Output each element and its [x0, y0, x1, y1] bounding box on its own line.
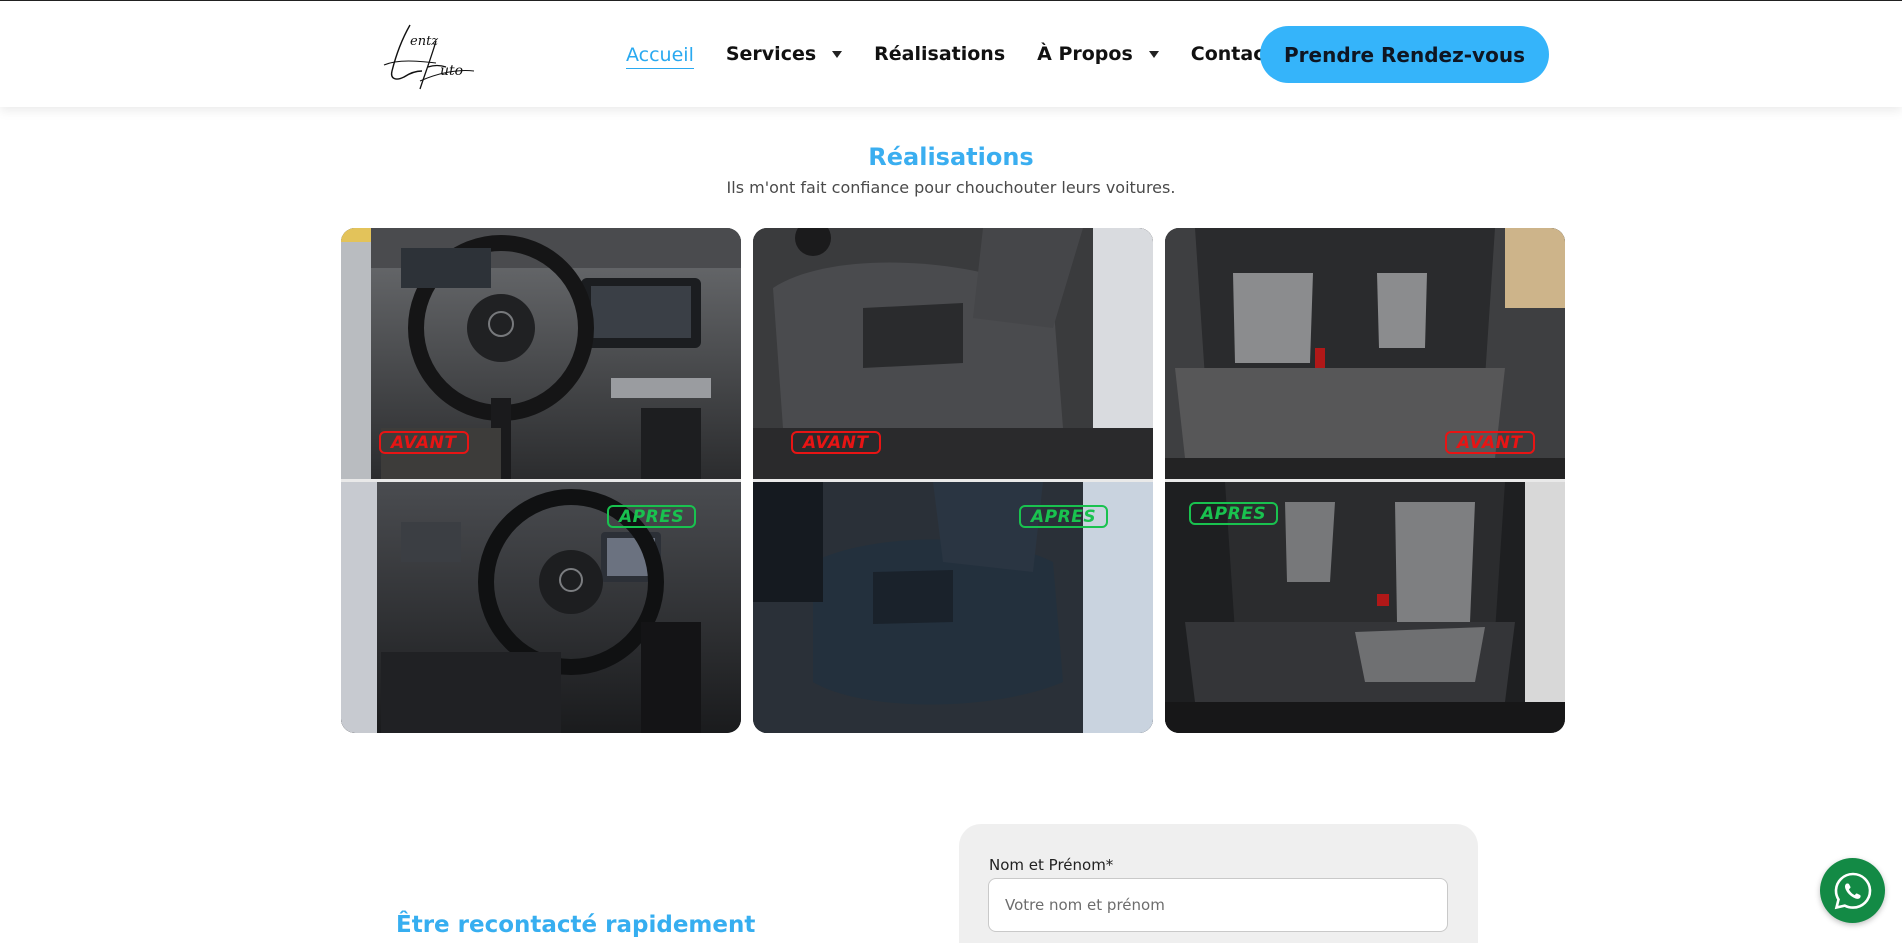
- avant-stamp: AVANT: [379, 431, 469, 454]
- before-image: AVANT: [753, 228, 1153, 479]
- before-image: AVANT: [341, 228, 741, 479]
- nav-item-a-propos[interactable]: À Propos: [1037, 43, 1159, 65]
- gallery-card-rear-bench[interactable]: AVANT APRES: [1165, 228, 1565, 733]
- whatsapp-button[interactable]: [1820, 858, 1885, 923]
- whatsapp-icon: [1834, 872, 1871, 909]
- after-image: APRES: [753, 482, 1153, 733]
- avant-stamp: AVANT: [791, 431, 881, 454]
- lentz-auto-logo[interactable]: entz uto: [380, 21, 476, 93]
- caret-down-icon: [1148, 50, 1159, 58]
- name-field-label: Nom et Prénom*: [989, 856, 1114, 874]
- section-subtitle: Ils m'ont fait confiance pour chouchoute…: [726, 178, 1176, 197]
- apres-stamp: APRES: [1019, 505, 1109, 528]
- nav-item-label: Accueil: [626, 43, 694, 66]
- nav-item-label: À Propos: [1037, 43, 1133, 65]
- nav-item-realisations[interactable]: Réalisations: [874, 43, 1005, 65]
- nav-item-accueil[interactable]: Accueil: [626, 44, 694, 69]
- nav-item-label: Services: [725, 43, 817, 65]
- apres-stamp: APRES: [607, 505, 697, 528]
- contact-title: Être recontacté rapidement: [396, 912, 756, 938]
- contact-form-card: Nom et Prénom*: [959, 824, 1478, 943]
- gallery-card-front-seat[interactable]: AVANT APRES: [753, 228, 1153, 733]
- caret-down-icon: [832, 50, 843, 58]
- after-image: APRES: [1165, 482, 1565, 733]
- avant-stamp: AVANT: [1445, 431, 1535, 454]
- section-title: Réalisations: [868, 143, 1034, 171]
- gallery-card-dashboard[interactable]: AVANT APRES: [341, 228, 741, 733]
- nav-item-label: Réalisations: [874, 43, 1006, 65]
- main-nav: Accueil Services Réalisations À Propos C…: [626, 1, 1306, 107]
- before-image: AVANT: [1165, 228, 1565, 479]
- apres-stamp: APRES: [1189, 502, 1279, 525]
- appointment-button[interactable]: Prendre Rendez-vous: [1260, 26, 1549, 83]
- name-field[interactable]: [988, 878, 1448, 932]
- site-header: entz uto Accueil Services Réalisations À…: [0, 1, 1902, 107]
- nav-item-services[interactable]: Services: [725, 43, 843, 65]
- after-image: APRES: [341, 482, 741, 733]
